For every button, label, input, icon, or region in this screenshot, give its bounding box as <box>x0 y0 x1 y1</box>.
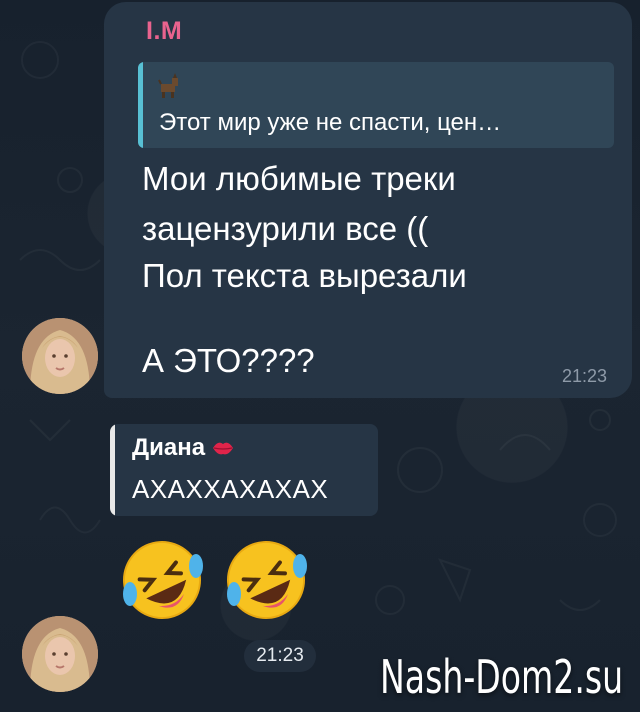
reply-accent-bar <box>138 62 143 148</box>
message-text-line: зацензурили все (( <box>142 210 429 247</box>
quote-accent-bar <box>110 424 115 516</box>
avatar[interactable] <box>22 616 98 692</box>
dog-sticker-thumbnail <box>158 73 178 98</box>
message-time-pill: 21:23 <box>244 640 316 672</box>
message-text-line: Мои любимые треки <box>142 160 456 197</box>
rolling-on-floor-laughing-icon <box>227 541 307 619</box>
quote-author: Диана <box>132 434 234 462</box>
quote-author-name: Диана <box>132 434 206 461</box>
user-avatar-image <box>22 616 98 692</box>
reply-preview-text: Этот мир уже не спасти, цен… <box>159 109 502 136</box>
user-avatar-image <box>22 318 98 394</box>
reply-preview[interactable]: Этот мир уже не спасти, цен… <box>138 62 614 148</box>
sender-name[interactable]: I.M <box>146 17 182 46</box>
kiss-lips-icon <box>212 442 233 455</box>
message-text-line: А ЭТО???? <box>142 342 315 379</box>
quote-text: АХАХХАХАХАХ <box>132 474 329 504</box>
quote-block[interactable]: Диана АХАХХАХАХАХ <box>110 424 378 516</box>
avatar[interactable] <box>22 318 98 394</box>
site-watermark: Nash-Dom2.su <box>380 650 624 704</box>
message-time: 21:23 <box>562 366 608 386</box>
message-text-line: Пол текста вырезали <box>142 257 467 294</box>
rolling-on-floor-laughing-icon <box>123 541 203 619</box>
